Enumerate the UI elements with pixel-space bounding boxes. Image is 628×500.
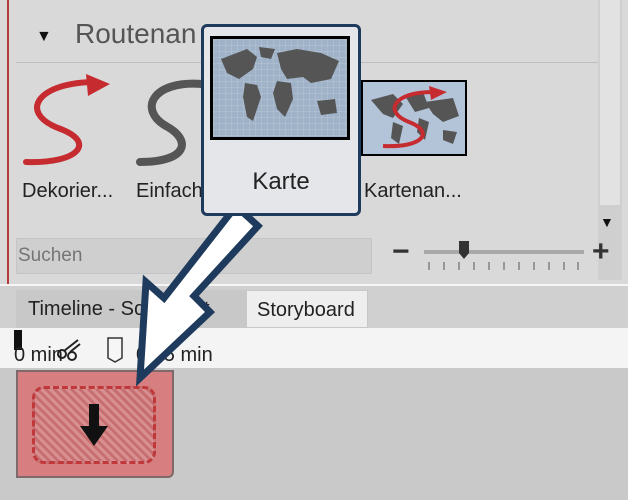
map-thumbnail: [210, 36, 350, 140]
popup-label: Karte: [252, 168, 310, 195]
